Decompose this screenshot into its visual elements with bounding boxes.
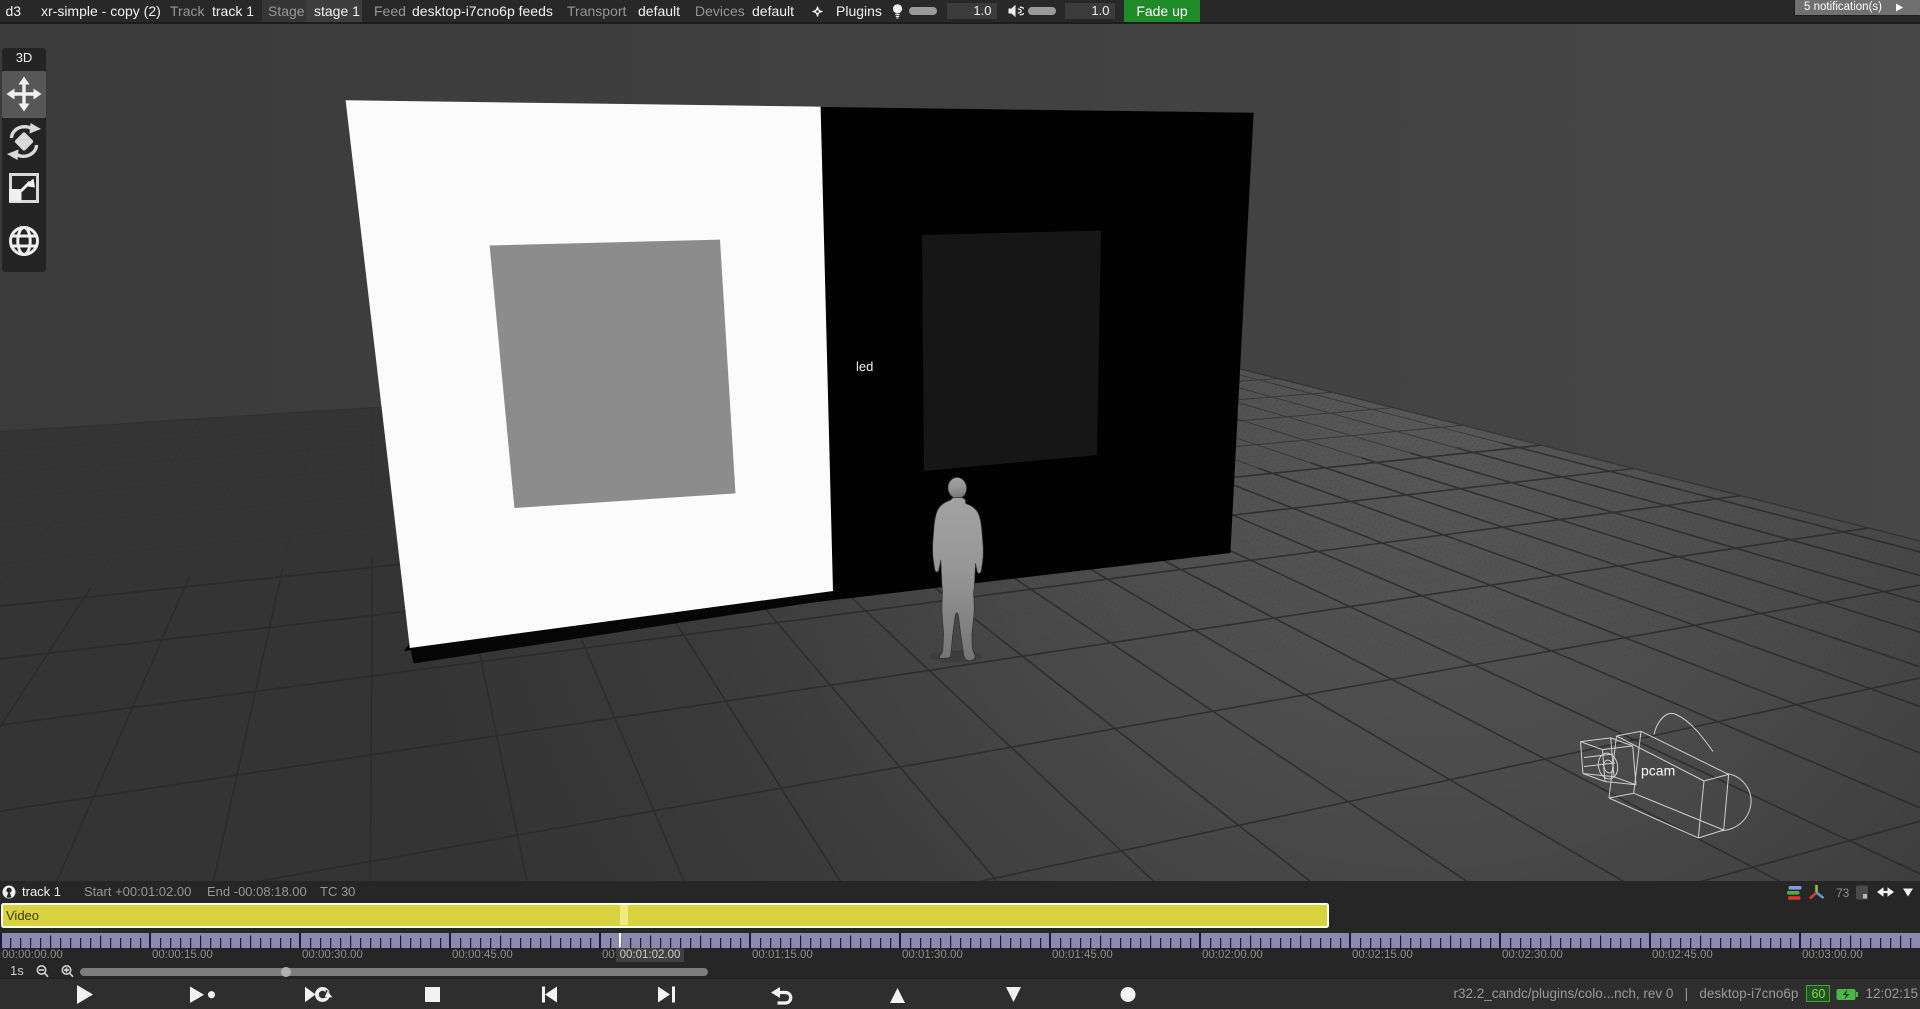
svg-text:led: led [856,359,873,374]
svg-text:pcam: pcam [1641,763,1675,779]
svg-text:73: 73 [1836,886,1850,900]
